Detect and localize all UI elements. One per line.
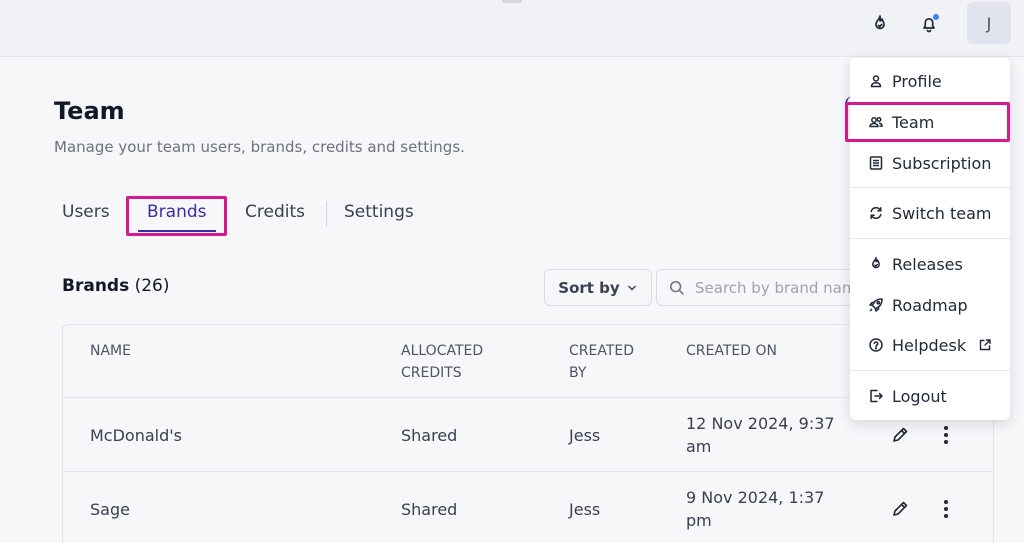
brands-heading-label: Brands bbox=[62, 276, 130, 296]
external-link-icon bbox=[979, 339, 991, 351]
brand-name-cell: Sage bbox=[90, 500, 130, 519]
sort-by-button[interactable]: Sort by bbox=[544, 269, 652, 306]
menu-divider bbox=[850, 370, 1010, 371]
allocated-credits-cell: Shared bbox=[401, 500, 458, 519]
releases-icon[interactable] bbox=[868, 12, 892, 36]
column-header-created-by[interactable]: CREATED BY bbox=[569, 340, 649, 384]
list-icon bbox=[869, 156, 883, 170]
person-icon bbox=[870, 75, 882, 88]
column-header-name[interactable]: NAME bbox=[90, 340, 131, 362]
menu-item-helpdesk[interactable]: Helpdesk bbox=[850, 328, 1010, 362]
team-menu-highlight bbox=[845, 102, 1010, 142]
column-header-created-on[interactable]: CREATED ON bbox=[686, 340, 836, 362]
menu-divider bbox=[850, 238, 1010, 239]
tab-credits[interactable]: Credits bbox=[245, 202, 305, 222]
more-options-icon[interactable] bbox=[935, 423, 957, 447]
created-on-cell: 12 Nov 2024, 9:37 am bbox=[686, 414, 835, 456]
flame-badge-icon bbox=[872, 256, 880, 269]
brand-name-cell: McDonald's bbox=[90, 426, 182, 445]
menu-item-subscription[interactable]: Subscription bbox=[850, 146, 1010, 180]
allocated-credits-cell: Shared bbox=[401, 426, 458, 445]
notifications-bell-icon[interactable] bbox=[917, 12, 941, 36]
brands-tab-highlight bbox=[126, 196, 227, 236]
window-notch bbox=[502, 0, 522, 3]
menu-item-label: Switch team bbox=[892, 203, 992, 223]
logout-icon bbox=[870, 389, 883, 403]
tab-divider bbox=[326, 201, 327, 227]
rocket-icon bbox=[869, 298, 883, 312]
menu-item-roadmap[interactable]: Roadmap bbox=[850, 288, 1010, 322]
edit-pencil-icon[interactable] bbox=[889, 423, 911, 447]
user-avatar[interactable]: J bbox=[967, 2, 1011, 44]
page-subtitle: Manage your team users, brands, credits … bbox=[54, 138, 465, 156]
edit-pencil-icon[interactable] bbox=[889, 497, 911, 521]
menu-item-label: Releases bbox=[892, 254, 963, 274]
menu-item-label: Logout bbox=[892, 386, 947, 406]
menu-item-switch-team[interactable]: Switch team bbox=[850, 196, 1010, 230]
created-on-cell: 9 Nov 2024, 1:37 pm bbox=[686, 488, 825, 530]
menu-item-profile[interactable]: Profile bbox=[850, 64, 1010, 98]
tab-users[interactable]: Users bbox=[62, 202, 110, 222]
sort-by-label: Sort by bbox=[558, 278, 620, 297]
switch-icon bbox=[870, 207, 882, 219]
more-options-icon[interactable] bbox=[935, 497, 957, 521]
menu-divider bbox=[850, 187, 1010, 188]
brands-heading: Brands (26) bbox=[62, 276, 170, 296]
chevron-down-icon bbox=[627, 285, 636, 290]
menu-item-releases[interactable]: Releases bbox=[850, 247, 1010, 281]
top-bar: J bbox=[0, 0, 1024, 57]
search-icon bbox=[670, 280, 684, 295]
menu-item-label: Helpdesk bbox=[892, 335, 967, 355]
notification-dot bbox=[933, 14, 939, 20]
brands-count: (26) bbox=[134, 276, 170, 296]
created-by-cell: Jess bbox=[569, 500, 601, 519]
menu-item-logout[interactable]: Logout bbox=[850, 379, 1010, 413]
tab-settings[interactable]: Settings bbox=[344, 202, 414, 222]
menu-item-label: Roadmap bbox=[892, 295, 968, 315]
menu-item-label: Subscription bbox=[892, 153, 992, 173]
page-title: Team bbox=[54, 97, 125, 125]
help-circle-icon bbox=[869, 338, 883, 352]
table-row[interactable]: Sage Shared Jess 9 Nov 2024, 1:37 pm bbox=[63, 471, 993, 543]
column-header-allocated-credits[interactable]: ALLOCATED CREDITS bbox=[401, 340, 521, 384]
menu-item-label: Profile bbox=[892, 71, 942, 91]
created-by-cell: Jess bbox=[569, 426, 601, 445]
